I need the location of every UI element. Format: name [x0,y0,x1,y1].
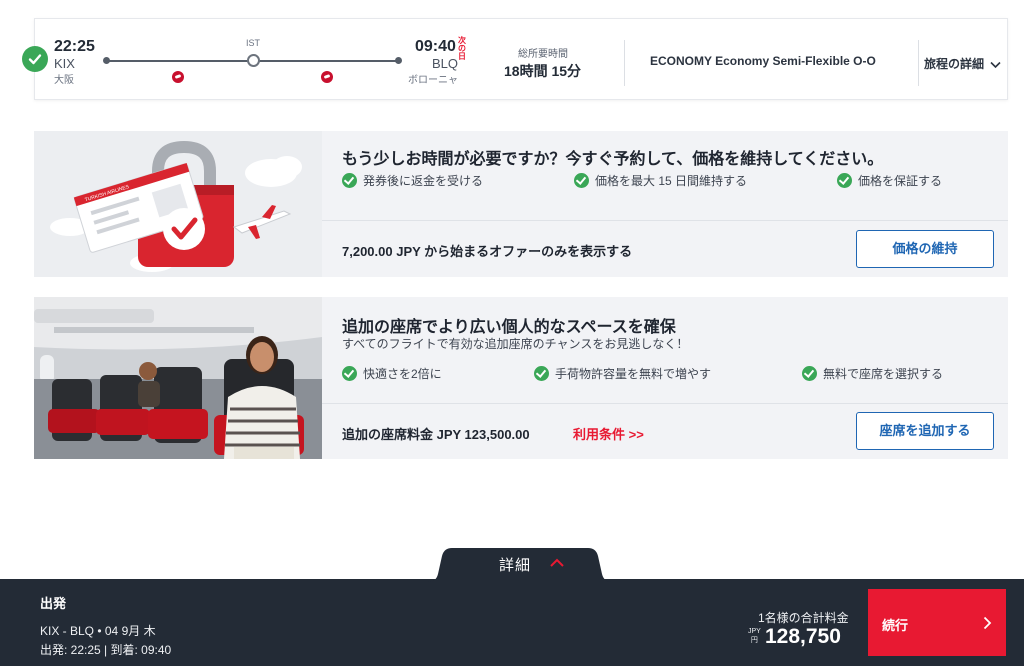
stopover-code: IST [246,38,261,48]
check-icon [837,173,852,188]
extra-seat-subtitle: すべてのフライトで有効な追加座席のチャンスをお見逃しなく！ [342,337,689,351]
divider [624,40,625,86]
arrival-time: 09:40 [415,38,456,55]
itinerary-details-toggle[interactable]: 旅程の詳細 [924,55,1001,72]
route-stopover-marker [247,54,260,67]
next-day-badge: 次の日 [458,36,466,61]
benefit-item: 発券後に返金を受ける [342,172,483,189]
total-price-amount: 128,750 [765,625,841,648]
divider [322,220,1008,221]
divider [322,403,1008,404]
route-start-dot [103,57,110,64]
currency-label: JPY 円 [748,628,761,644]
footer-times: 出発: 22:25 | 到着: 09:40 [40,643,172,657]
extra-seat-offer: 追加の座席でより広い個人的なスペースを確保 すべてのフライトで有効な追加座席のチ… [34,297,1008,459]
footer-direction-label: 出発 [40,596,67,611]
divider [918,40,919,86]
route-end-dot [395,57,402,64]
departure-airport-code: KIX [54,56,75,71]
hold-price-button[interactable]: 価格の維持 [856,230,994,268]
benefit-item: 価格を保証する [837,172,942,189]
duration-label: 総所要時間 [518,49,568,60]
check-icon [534,366,549,381]
benefit-item: 手荷物許容量を無料で増やす [534,365,711,382]
itinerary-details-label: 旅程の詳細 [924,57,985,71]
airline-logo-icon [172,71,184,83]
total-price-label: 1名様の合計料金 [758,611,849,625]
benefit-item: 価格を最大 15 日間維持する [574,172,747,189]
price-lock-illustration: TURKISH AIRLINES [34,131,322,277]
check-icon [342,173,357,188]
price-hold-title: もう少しお時間が必要ですか？今すぐ予約して、価格を維持してください。 [342,151,884,168]
continue-label: 続行 [882,618,909,633]
extra-seat-price: 追加の座席料金 JPY 123,500.00 [342,427,530,442]
benefit-item: 無料で座席を選択する [802,365,943,382]
arrival-city: ボローニャ [408,75,458,86]
booking-footer: 出発 KIX - BLQ • 04 9月 木 出発: 22:25 | 到着: 0… [0,579,1024,666]
benefit-item: 快適さを2倍に [342,365,442,382]
chevron-down-icon [990,61,1001,68]
check-icon [22,46,48,72]
add-seat-button[interactable]: 座席を追加する [856,412,994,450]
departure-city: 大阪 [54,75,74,86]
airline-logo-icon [321,71,333,83]
fare-type: ECONOMY Economy Semi-Flexible O-O [650,54,876,68]
terms-link[interactable]: 利用条件 >> [573,424,644,443]
check-icon [342,366,357,381]
check-icon [802,366,817,381]
check-icon [574,173,589,188]
price-hold-offer: TURKISH AIRLINES もう少しお時間が必要ですか？今すぐ予約して、価… [34,131,1008,277]
cabin-photo [34,297,322,459]
details-tab-label: 詳細 [499,557,532,574]
footer-route: KIX - BLQ • 04 9月 木 [40,624,156,638]
departure-time: 22:25 [54,38,95,55]
price-hold-price: 7,200.00 JPY から始まるオファーのみを表示する [342,244,633,259]
duration-value: 18時間 15分 [504,63,582,79]
arrival-airport-code: BLQ [432,56,459,71]
chevron-right-icon [983,616,992,630]
continue-button[interactable]: 続行 [868,589,1006,656]
extra-seat-title: 追加の座席でより広い個人的なスペースを確保 [342,319,676,336]
